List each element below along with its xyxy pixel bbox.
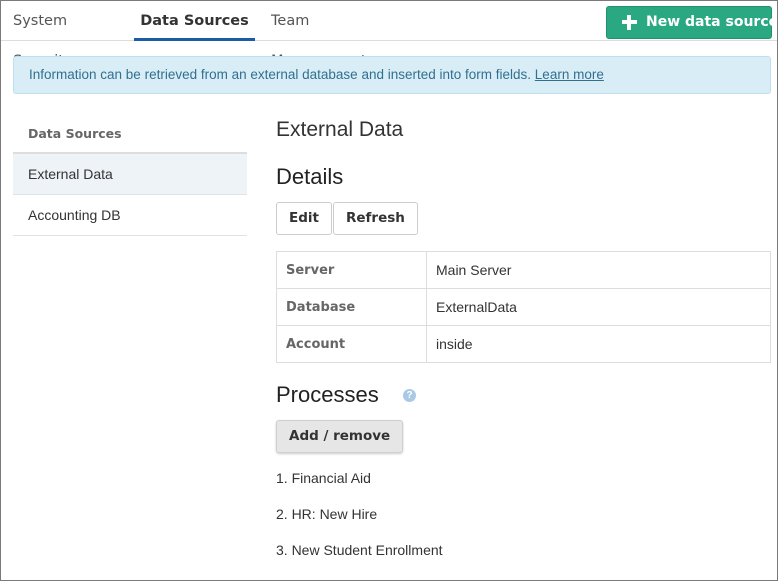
info-banner: Information can be retrieved from an ext… bbox=[13, 56, 771, 94]
tab-team-management[interactable]: Team Management bbox=[271, 1, 401, 69]
tab-bar: System Security Data Sources Team Manage… bbox=[1, 1, 777, 69]
table-row: Account inside bbox=[276, 325, 771, 363]
table-row: Database ExternalData bbox=[276, 288, 771, 326]
list-item: 1. Financial Aid bbox=[276, 470, 371, 486]
new-data-source-label: New data source bbox=[646, 14, 778, 30]
plus-icon bbox=[622, 15, 637, 30]
sidebar-item-external-data[interactable]: External Data bbox=[13, 154, 247, 195]
edit-button[interactable]: Edit bbox=[276, 202, 332, 235]
process-list: 1. Financial Aid 2. HR: New Hire 3. New … bbox=[276, 470, 443, 578]
detail-value: ExternalData bbox=[426, 288, 771, 326]
list-item: 3. New Student Enrollment bbox=[276, 542, 443, 558]
detail-key: Database bbox=[276, 288, 427, 326]
sidebar-item-accounting-db[interactable]: Accounting DB bbox=[13, 195, 247, 236]
app-window: System Security Data Sources Team Manage… bbox=[0, 0, 778, 581]
tab-data-sources[interactable]: Data Sources bbox=[134, 1, 255, 41]
refresh-button[interactable]: Refresh bbox=[333, 202, 418, 235]
page-title: External Data bbox=[276, 118, 404, 141]
banner-text: Information can be retrieved from an ext… bbox=[29, 67, 532, 82]
detail-value: Main Server bbox=[426, 251, 771, 289]
sidebar-heading: Data Sources bbox=[13, 114, 247, 154]
processes-heading: Processes bbox=[276, 382, 379, 407]
main-content: External Data Details Edit Refresh Serve… bbox=[276, 114, 772, 558]
detail-value: inside bbox=[426, 325, 771, 363]
detail-key: Account bbox=[276, 325, 427, 363]
details-table: Server Main Server Database ExternalData… bbox=[276, 251, 771, 363]
details-heading: Details bbox=[276, 164, 344, 189]
table-row: Server Main Server bbox=[276, 251, 771, 289]
question-icon[interactable]: ? bbox=[403, 389, 416, 402]
new-data-source-button[interactable]: New data source bbox=[606, 6, 777, 39]
list-item: 2. HR: New Hire bbox=[276, 506, 378, 522]
detail-key: Server bbox=[276, 251, 427, 289]
sidebar: Data Sources External Data Accounting DB bbox=[13, 114, 247, 236]
add-remove-button[interactable]: Add / remove bbox=[276, 420, 404, 453]
tab-system-security[interactable]: System Security bbox=[13, 1, 118, 69]
learn-more-link[interactable]: Learn more bbox=[535, 67, 604, 82]
